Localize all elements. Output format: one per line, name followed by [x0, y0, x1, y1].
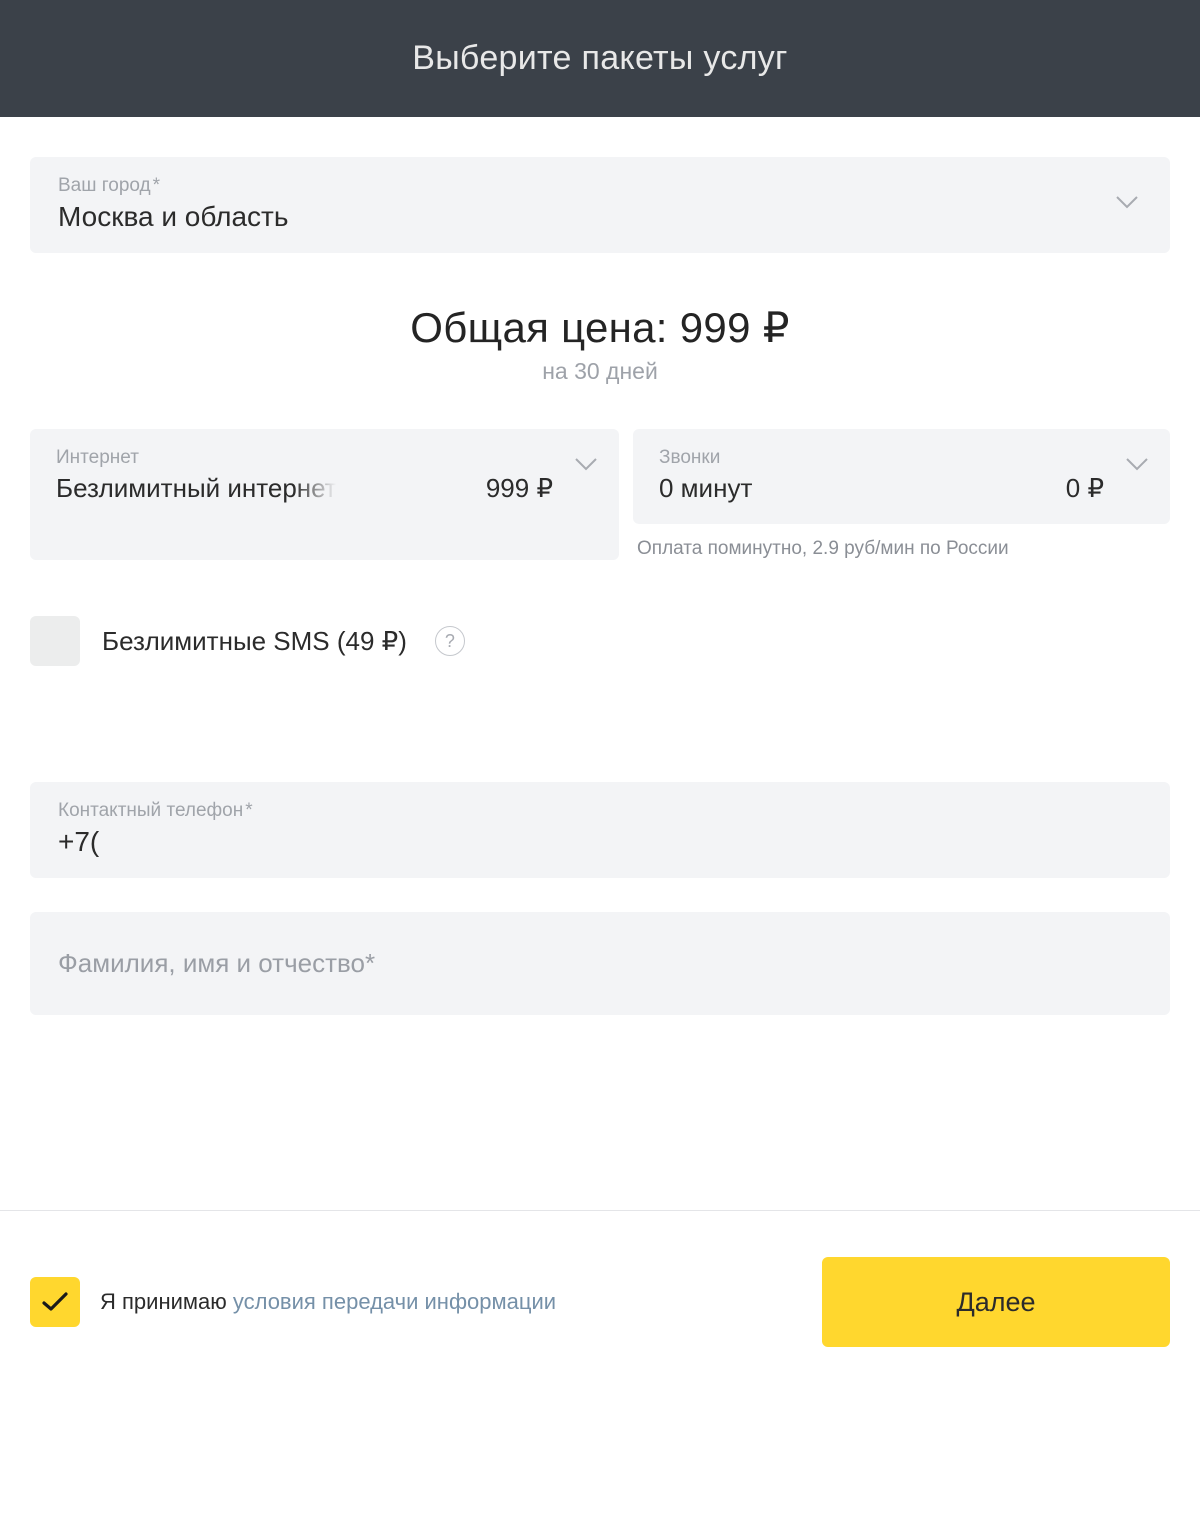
total-price: Общая цена: 999 ₽ на 30 дней — [30, 303, 1170, 385]
sms-checkbox[interactable] — [30, 616, 80, 666]
calls-price: 0 ₽ — [1066, 473, 1104, 504]
phone-label: Контактный телефон — [58, 800, 1142, 822]
city-label: Ваш город — [58, 175, 1142, 197]
consent-text: Я принимаю условия передачи информации — [100, 1289, 556, 1315]
next-button[interactable]: Далее — [822, 1257, 1170, 1347]
phone-value: +7( — [58, 826, 1142, 858]
help-icon[interactable]: ? — [435, 626, 465, 656]
city-select[interactable]: Ваш город Москва и область — [30, 157, 1170, 253]
calls-label: Звонки — [659, 447, 1144, 469]
chevron-down-icon — [1116, 196, 1138, 214]
internet-value: Безлимитный интернет — [56, 473, 336, 504]
page-title: Выберите пакеты услуг — [412, 39, 788, 78]
calls-hint: Оплата поминутно, 2.9 руб/мин по России — [633, 538, 1170, 560]
chevron-down-icon — [575, 458, 597, 476]
consent-row: Я принимаю условия передачи информации — [30, 1277, 556, 1327]
total-price-value: Общая цена: 999 ₽ — [30, 303, 1170, 352]
consent-prefix: Я принимаю — [100, 1289, 233, 1314]
phone-input[interactable]: Контактный телефон +7( — [30, 782, 1170, 878]
consent-link[interactable]: условия передачи информации — [233, 1289, 556, 1314]
footer: Я принимаю условия передачи информации Д… — [0, 1210, 1200, 1347]
consent-checkbox[interactable] — [30, 1277, 80, 1327]
name-input[interactable]: Фамилия, имя и отчество* — [30, 912, 1170, 1015]
internet-select[interactable]: Интернет Безлимитный интернет 999 ₽ — [30, 429, 619, 560]
sms-label: Безлимитные SMS (49 ₽) — [102, 626, 407, 657]
sms-option: Безлимитные SMS (49 ₽) ? — [30, 616, 1170, 666]
total-price-period: на 30 дней — [30, 358, 1170, 385]
name-placeholder: Фамилия, имя и отчество* — [58, 948, 1142, 979]
page-header: Выберите пакеты услуг — [0, 0, 1200, 117]
chevron-down-icon — [1126, 458, 1148, 476]
form-content: Ваш город Москва и область Общая цена: 9… — [0, 117, 1200, 1015]
calls-select[interactable]: Звонки 0 минут 0 ₽ — [633, 429, 1170, 524]
city-value: Москва и область — [58, 201, 1142, 233]
internet-label: Интернет — [56, 447, 593, 469]
calls-value: 0 минут — [659, 473, 752, 504]
internet-price: 999 ₽ — [486, 473, 553, 504]
packages-row: Интернет Безлимитный интернет 999 ₽ Звон… — [30, 429, 1170, 560]
